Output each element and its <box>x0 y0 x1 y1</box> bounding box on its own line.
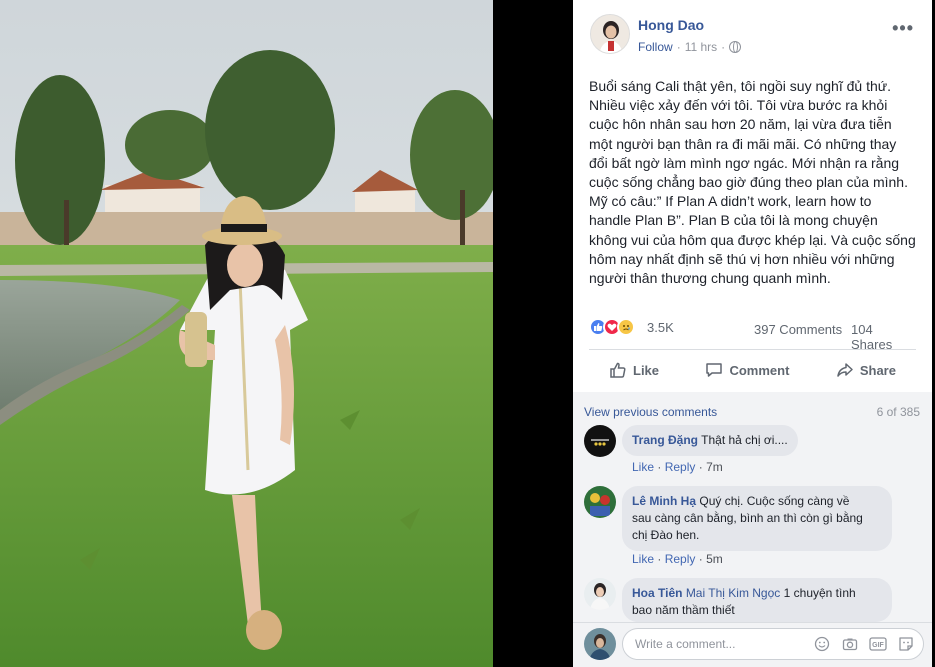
comment-time[interactable]: 7m <box>706 460 723 474</box>
reaction-count[interactable]: 3.5K <box>647 320 674 335</box>
share-label: Share <box>859 362 896 378</box>
commenter-name[interactable]: Lê Minh Hạ <box>632 494 696 508</box>
commenter-avatar-image <box>584 425 616 457</box>
post-time[interactable]: 11 hrs <box>685 40 717 54</box>
comment-input[interactable]: Write a comment... GIF <box>622 628 924 660</box>
viewer-background <box>493 0 573 667</box>
follow-link[interactable]: Follow <box>638 40 673 54</box>
more-options-button[interactable]: ••• <box>892 18 914 39</box>
post-header: Hong Dao Follow · 11 hrs · ••• <box>590 14 920 58</box>
comment-bubble: Lê Minh Hạ Quý chị. Cuộc sống càng về sa… <box>622 486 892 551</box>
comment-actions: Like · Reply · 5m <box>632 552 723 566</box>
comment-text: Quý chị. Cuộc sống càng về <box>699 494 850 508</box>
share-icon <box>837 363 853 377</box>
photo-image <box>0 0 493 667</box>
comment-input-placeholder: Write a comment... <box>635 637 736 651</box>
comments-page-count: 6 of 385 <box>876 405 920 419</box>
author-avatar-image <box>591 15 629 53</box>
commenter-name[interactable]: Trang Đặng <box>632 433 698 447</box>
meta-separator: · <box>721 40 726 54</box>
commenter-avatar[interactable] <box>584 486 616 518</box>
reactions-bar: 3.5K 397 Comments 104 Shares <box>589 318 916 352</box>
comment-like-link[interactable]: Like <box>632 552 654 566</box>
reaction-icons[interactable] <box>589 318 635 336</box>
comment-like-link[interactable]: Like <box>632 460 654 474</box>
shares-count[interactable]: 104 Shares <box>851 322 916 352</box>
divider <box>589 349 916 350</box>
emoji-icon[interactable] <box>813 635 831 653</box>
commenter-name[interactable]: Hoa Tiên <box>632 586 682 600</box>
view-previous-comments-link[interactable]: View previous comments <box>584 405 717 419</box>
comment-bubble: Trang Đặng Thật hả chị ơi.... <box>622 425 798 456</box>
gif-icon[interactable]: GIF <box>869 635 887 653</box>
comment-actions: Like · Reply · 7m <box>632 460 723 474</box>
comment-text: 1 chuyện tình <box>783 586 856 600</box>
comment-label: Comment <box>729 362 790 378</box>
commenter-avatar[interactable] <box>584 578 616 610</box>
thumbs-up-icon <box>610 362 626 378</box>
post-panel: Hong Dao Follow · 11 hrs · ••• Buổi sáng… <box>573 0 932 667</box>
sad-icon <box>617 318 635 336</box>
commenter-avatar[interactable] <box>584 425 616 457</box>
meta-separator: · <box>676 40 681 54</box>
comment-button[interactable]: Comment <box>685 352 809 388</box>
tagged-user[interactable]: Mai Thị Kim Ngọc <box>686 586 780 600</box>
current-user-avatar-image <box>584 628 616 660</box>
comment-text-line-3: chị Đào hen. <box>632 528 700 542</box>
svg-text:GIF: GIF <box>872 642 884 649</box>
post-text: Buổi sáng Cali thật yên, tôi ngồi suy ng… <box>589 78 916 287</box>
current-user-avatar[interactable] <box>584 628 616 660</box>
sticker-icon[interactable] <box>897 635 915 653</box>
facebook-photo-viewer: Hong Dao Follow · 11 hrs · ••• Buổi sáng… <box>0 0 935 667</box>
author-avatar[interactable] <box>590 14 630 54</box>
globe-icon <box>729 41 742 53</box>
commenter-avatar-image <box>584 486 616 518</box>
post-photo[interactable] <box>0 0 493 667</box>
post-meta: Follow · 11 hrs · <box>638 40 742 54</box>
comment-reply-link[interactable]: Reply <box>665 460 696 474</box>
comment-input-tools: GIF <box>813 635 915 653</box>
comment-reply-link[interactable]: Reply <box>665 552 696 566</box>
comment-text-line-2: sau càng cân bằng, bình an thì còn gì bằ… <box>632 511 863 525</box>
like-label: Like <box>633 362 660 378</box>
comment-text-line-2: bao năm thầm thiết <box>632 603 735 617</box>
camera-icon[interactable] <box>841 635 859 653</box>
comment-bubble: Hoa Tiên Mai Thị Kim Ngọc 1 chuyện tình … <box>622 578 892 622</box>
comments-count[interactable]: 397 Comments <box>754 322 842 337</box>
comments-section: View previous comments 6 of 385 Trang Đặ… <box>573 392 932 622</box>
share-button[interactable]: Share <box>816 352 916 388</box>
comment-icon <box>706 363 723 377</box>
author-name[interactable]: Hong Dao <box>638 17 704 33</box>
write-comment-bar: Write a comment... GIF <box>573 622 932 667</box>
post-actions: Like Comment Share <box>589 352 916 388</box>
like-button[interactable]: Like <box>589 352 679 388</box>
comment-time[interactable]: 5m <box>706 552 723 566</box>
comment-text: Thật hả chị ơi.... <box>701 433 788 447</box>
commenter-avatar-image <box>584 578 616 610</box>
